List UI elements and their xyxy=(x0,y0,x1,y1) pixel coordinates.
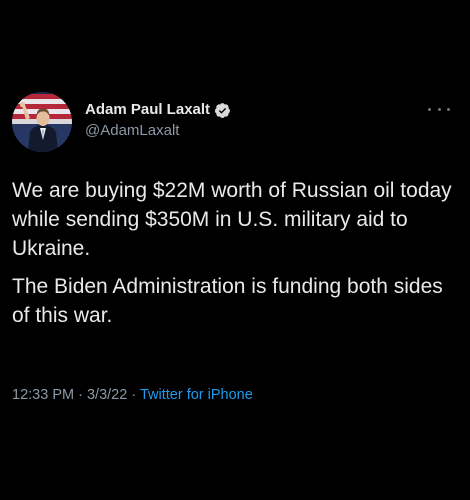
tweet-header: Adam Paul Laxalt @AdamLaxalt xyxy=(12,92,458,154)
tweet-source-link[interactable]: Twitter for iPhone xyxy=(140,387,253,403)
avatar[interactable] xyxy=(12,92,72,152)
verified-badge-icon xyxy=(214,102,230,118)
tweet-paragraph: We are buying $22M worth of Russian oil … xyxy=(12,179,452,260)
tweet-date[interactable]: 3/3/22 xyxy=(87,387,127,403)
more-dot xyxy=(447,107,450,111)
more-dot xyxy=(428,107,431,111)
tweet: Adam Paul Laxalt @AdamLaxalt We are buyi… xyxy=(0,0,470,500)
avatar-image xyxy=(12,92,72,152)
author-handle[interactable]: @AdamLaxalt xyxy=(85,121,231,141)
author-display-name: Adam Paul Laxalt xyxy=(85,101,211,118)
tweet-paragraph: The Biden Administration is funding both… xyxy=(12,275,443,327)
tweet-metadata: 12:33 PM · 3/3/22 · Twitter for iPhone xyxy=(12,385,253,405)
meta-separator: · xyxy=(131,387,137,403)
author-names: Adam Paul Laxalt @AdamLaxalt xyxy=(85,100,231,141)
tweet-text: We are buying $22M worth of Russian oil … xyxy=(12,176,452,339)
tweet-time[interactable]: 12:33 PM xyxy=(12,387,74,403)
author-name[interactable]: Adam Paul Laxalt xyxy=(85,100,231,120)
more-dot xyxy=(437,107,441,111)
meta-separator: · xyxy=(78,387,83,403)
more-options-icon[interactable] xyxy=(428,102,450,116)
